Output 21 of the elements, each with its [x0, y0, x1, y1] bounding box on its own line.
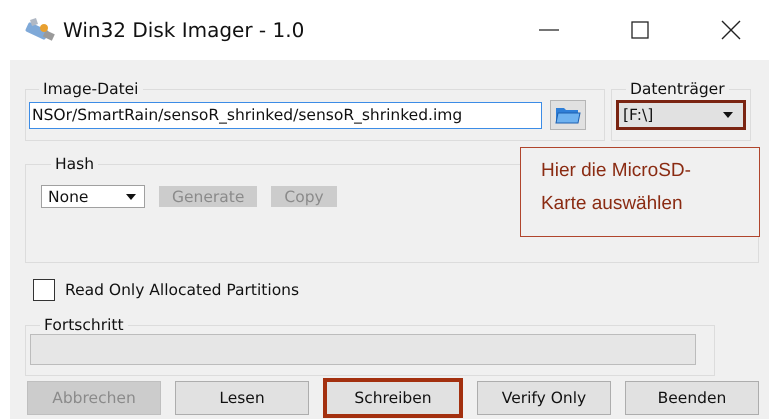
maximize-icon[interactable] [631, 21, 649, 39]
browse-button[interactable] [550, 100, 586, 130]
close-icon[interactable] [721, 20, 741, 40]
folder-icon [555, 105, 581, 125]
action-button[interactable]: Schreiben [323, 378, 463, 418]
group-label: Hash [54, 155, 96, 173]
checkbox[interactable] [33, 279, 55, 301]
action-button[interactable]: Beenden [625, 381, 759, 415]
dropdown-arrow-icon [126, 194, 136, 200]
annotation-callout: Hier die MicroSD- Karte auswählen [520, 147, 760, 237]
hash-dropdown[interactable]: None [41, 185, 145, 208]
window-title: Win32 Disk Imager - 1.0 [63, 18, 304, 42]
action-button[interactable]: Verify Only [477, 381, 611, 415]
group-label: Fortschritt [43, 316, 125, 334]
action-button[interactable]: Lesen [175, 381, 309, 415]
dropdown-arrow-icon [723, 112, 733, 118]
device-dropdown[interactable]: [F:\] [616, 100, 746, 130]
checkbox-label: Read Only Allocated Partitions [65, 281, 300, 299]
group-label: Datenträger [629, 80, 726, 98]
path-field[interactable]: NSOr/SmartRain/sensoR_shrinked/sensoR_shrinked.img [29, 102, 542, 128]
group-label: Image-Datei [42, 80, 140, 98]
